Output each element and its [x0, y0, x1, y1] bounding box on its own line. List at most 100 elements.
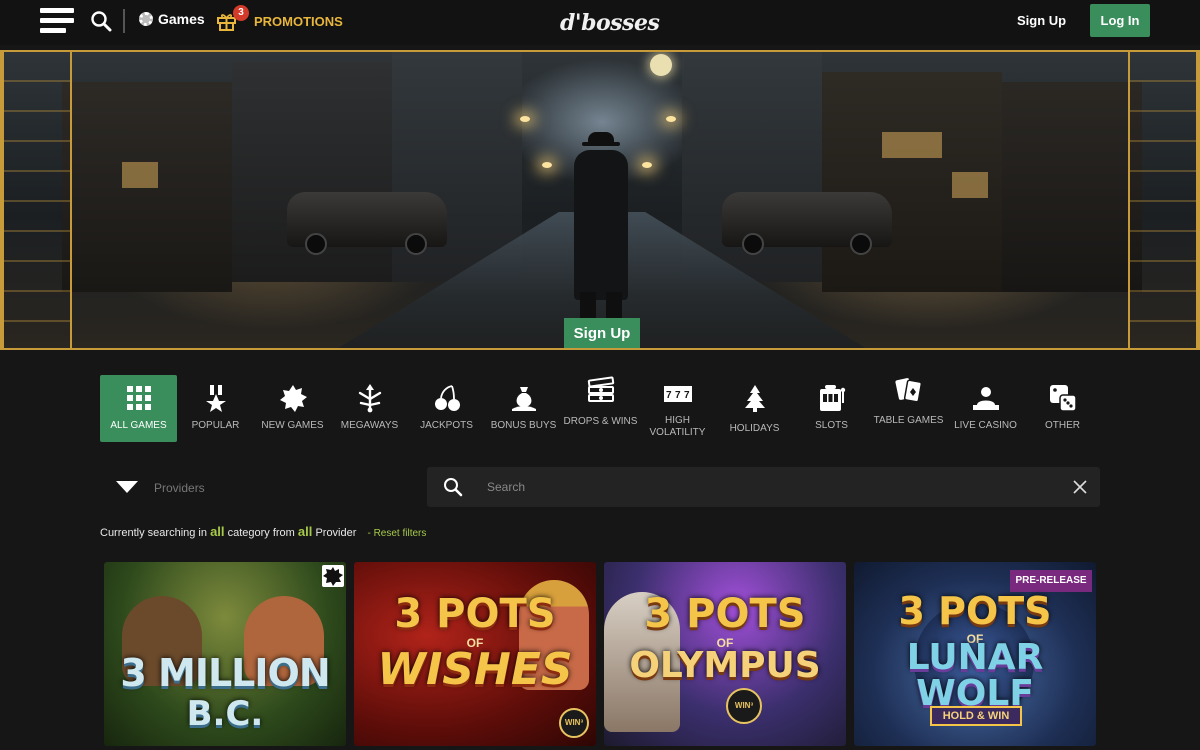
category-label: LIVE CASINO [954, 420, 1017, 431]
category-high-volatility[interactable]: 777 HIGH VOLATILITY [639, 375, 716, 442]
playing-cards-icon [895, 378, 923, 403]
hero-window [122, 162, 158, 188]
art-deco-frame [2, 52, 72, 348]
svg-text:7: 7 [666, 390, 672, 401]
hero-banner: Sign Up [0, 50, 1200, 350]
category-label: NEW GAMES [261, 420, 324, 431]
game-tile-3-million-bc[interactable]: 3 MILLION B.C. [104, 562, 346, 746]
games-nav-label: Games [158, 11, 205, 27]
category-label: OTHER [1045, 420, 1080, 431]
new-badge-icon [280, 385, 307, 412]
caret-down-icon [116, 481, 138, 493]
hero-building [1002, 82, 1142, 292]
category-popular[interactable]: POPULAR [177, 375, 254, 442]
category-label: HIGH VOLATILITY [649, 415, 706, 438]
medal-icon [206, 385, 226, 412]
cherries-icon [435, 385, 460, 411]
category-label: JACKPOTS [420, 420, 473, 431]
win3-badge: WIN³ [726, 688, 762, 724]
promotions-count-badge: 3 [233, 5, 249, 21]
game-search-bar [427, 467, 1100, 507]
hero-window [952, 172, 988, 198]
reset-filters-link[interactable]: - Reset filters [367, 528, 426, 539]
category-all-games[interactable]: ALL GAMES [100, 375, 177, 442]
game-subtitle: WISHES [377, 644, 573, 695]
category-label: SLOTS [815, 420, 848, 431]
category-bar: ALL GAMES POPULAR NEW GAMES MEGAWAYS JAC… [100, 375, 1100, 442]
slot-machine-icon [820, 385, 846, 411]
category-holidays[interactable]: HOLIDAYS [716, 375, 793, 442]
new-game-chip-icon [322, 565, 344, 587]
category-new-games[interactable]: NEW GAMES [254, 375, 331, 442]
vintage-car [287, 192, 447, 255]
hero-window [882, 132, 942, 158]
street-lamp [542, 162, 552, 168]
street-lamp [520, 116, 530, 122]
category-label: MEGAWAYS [340, 420, 399, 431]
triple-seven-icon: 777 [664, 386, 692, 402]
game-subtitle: OLYMPUS [629, 645, 821, 686]
game-tile-3-pots-of-lunar-wolf[interactable]: PRE-RELEASE 3 POTS OF LUNAR WOLF HOLD & … [854, 562, 1096, 746]
search-icon[interactable] [90, 10, 112, 32]
category-table-games[interactable]: TABLE GAMES [870, 375, 947, 442]
dealer-icon [973, 387, 999, 410]
category-drops-and-wins[interactable]: DROPS & WINS [562, 375, 639, 442]
search-icon [444, 478, 463, 497]
dice-icon [1050, 385, 1077, 412]
category-label: BONUS BUYS [490, 420, 557, 431]
game-tile-3-pots-of-wishes[interactable]: 3 POTS OF WISHES WIN³ [354, 562, 596, 746]
hero-signup-button[interactable]: Sign Up [564, 318, 640, 348]
category-label: POPULAR [191, 420, 240, 431]
category-slots[interactable]: SLOTS [793, 375, 870, 442]
game-search-input[interactable] [487, 477, 1047, 497]
providers-placeholder: Providers [154, 481, 205, 495]
category-other[interactable]: OTHER [1024, 375, 1101, 442]
game-title: 3 POTS [898, 589, 1052, 633]
game-title: 3 POTS [394, 591, 556, 637]
login-button[interactable]: Log In [1090, 4, 1150, 37]
svg-text:7: 7 [675, 390, 681, 401]
promotions-nav-label: PROMOTIONS [254, 13, 343, 29]
coin-stack-icon [587, 376, 615, 402]
category-jackpots[interactable]: JACKPOTS [408, 375, 485, 442]
menu-icon[interactable] [40, 8, 76, 34]
street-lamp [642, 162, 652, 168]
category-label: TABLE GAMES [873, 415, 944, 426]
top-header: Games 3 PROMOTIONS d'bosses Sign Up Log … [0, 0, 1200, 45]
category-label: HOLIDAYS [729, 423, 780, 434]
status-suffix: Provider [315, 527, 357, 539]
vintage-car [722, 192, 892, 255]
filter-status-text: Currently searching in all category from… [100, 524, 426, 539]
game-tile-3-pots-of-olympus[interactable]: 3 POTS OF OLYMPUS WIN³ [604, 562, 846, 746]
hold-and-win-label: HOLD & WIN [930, 706, 1022, 726]
money-bag-icon [512, 387, 536, 411]
category-label: ALL GAMES [110, 420, 167, 431]
providers-dropdown[interactable]: Providers [100, 467, 420, 507]
category-label: DROPS & WINS [563, 416, 638, 427]
status-provider-value: all [297, 524, 313, 539]
grid-icon [127, 386, 151, 410]
category-bonus-buys[interactable]: BONUS BUYS [485, 375, 562, 442]
category-megaways[interactable]: MEGAWAYS [331, 375, 408, 442]
gift-icon: 3 [217, 5, 249, 31]
art-deco-frame [1128, 52, 1198, 348]
close-icon[interactable] [1073, 480, 1087, 494]
site-logo[interactable]: d'bosses [560, 6, 660, 40]
promotions-nav-link[interactable]: 3 PROMOTIONS [217, 5, 343, 31]
header-signup-link[interactable]: Sign Up [1017, 13, 1066, 28]
casino-chip-icon [139, 12, 153, 26]
game-subtitle: B.C. [186, 694, 264, 734]
status-middle: category from [227, 527, 295, 539]
game-title: 3 POTS [644, 591, 806, 637]
svg-text:7: 7 [684, 390, 690, 401]
game-title: 3 MILLION [120, 651, 330, 695]
header-divider [123, 9, 125, 33]
megaways-icon [358, 384, 382, 413]
category-live-casino[interactable]: LIVE CASINO [947, 375, 1024, 442]
street-lamp [666, 116, 676, 122]
game-subtitle: LUNAR WOLF [906, 637, 1044, 714]
status-category-value: all [210, 524, 225, 539]
games-nav-link[interactable]: Games [139, 11, 205, 27]
status-prefix: Currently searching in [100, 527, 207, 539]
hero-clock [650, 54, 672, 76]
